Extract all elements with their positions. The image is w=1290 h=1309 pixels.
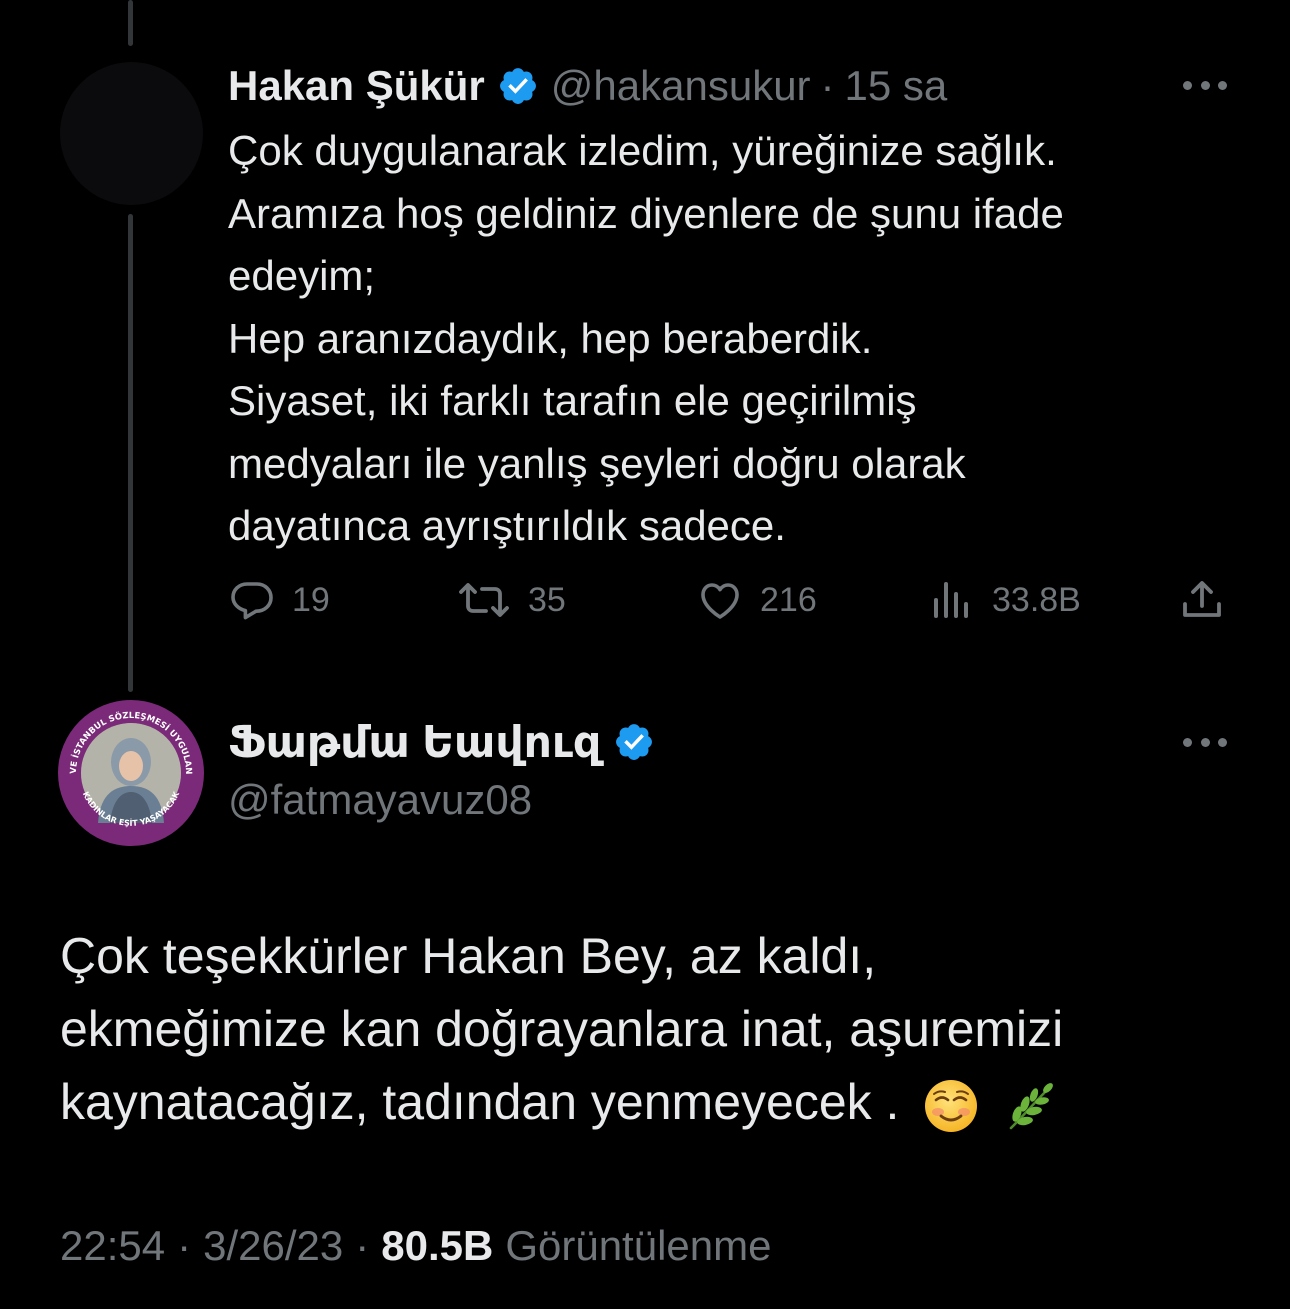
views-count[interactable]: 80.5B — [381, 1222, 493, 1270]
avatar-image: 6284 VE İSTANBUL SÖZLEŞMESİ UYGULANACAK … — [58, 700, 203, 845]
verified-badge-icon — [616, 724, 653, 760]
tweet-text-line: ekmeğimize kan doğrayanlara inat, aşurem… — [60, 1001, 1064, 1057]
retweet-icon — [459, 583, 509, 617]
views-count: 33.8B — [992, 580, 1081, 619]
tweet-text-line: Aramıza hoş geldiniz diyenlere de şunu i… — [228, 189, 1064, 237]
tweet-text-segment: kaynatacağız, tadından yenmeyecek . — [60, 1074, 900, 1130]
separator-dot: · — [355, 1222, 370, 1269]
tweet-text-line: edeyim; — [228, 252, 376, 299]
tweet-text-line: Çok teşekkürler Hakan Bey, az kaldı, — [60, 928, 877, 984]
tweet-time[interactable]: 22:54 — [60, 1222, 165, 1270]
tweet-text-line: dayatınca ayrıştırıldık sadece. — [228, 502, 786, 549]
tweet-text-line: medyaları ile yanlış şeyleri doğru olara… — [228, 439, 966, 487]
separator-dot: · — [820, 62, 835, 109]
views-label: Görüntülenme — [505, 1222, 772, 1269]
retweet-count: 35 — [528, 580, 566, 619]
tweet-time[interactable]: 15 sa — [845, 62, 948, 110]
tweet-text: Çok teşekkürler Hakan Bey, az kaldı, ekm… — [60, 920, 1240, 1139]
separator-dot: · — [177, 1222, 192, 1269]
more-icon[interactable] — [1183, 736, 1227, 748]
like-count: 216 — [760, 580, 817, 619]
tweet-text-line: Çok duygulanarak izledim, yüreğinize sağ… — [228, 127, 1057, 174]
thread-line — [128, 214, 133, 692]
tweet-thread: Hakan Şükür @hakansukur · 15 sa Çok duyg… — [0, 0, 1290, 1309]
share-button[interactable] — [1178, 572, 1242, 628]
more-icon[interactable] — [1183, 79, 1227, 91]
views-button[interactable]: 33.8B — [928, 572, 1081, 628]
heart-icon — [701, 583, 739, 619]
reply-icon — [231, 582, 273, 620]
author-name[interactable]: Ֆաթմա Եավուզ — [228, 717, 601, 768]
tweet-text-line: Siyaset, iki farklı tarafın ele geçirilm… — [228, 377, 917, 424]
verified-badge-icon — [499, 68, 536, 104]
tweet-text-line-last: kaynatacağız, tadından yenmeyecek . — [60, 1066, 1240, 1139]
tweet-header: Hakan Şükür @hakansukur · 15 sa — [228, 58, 947, 114]
author-name[interactable]: Hakan Şükür — [228, 62, 485, 110]
tweet-text: Çok duygulanarak izledim, yüreğinize sağ… — [228, 120, 1238, 558]
analytics-icon — [934, 582, 968, 618]
herb-icon — [1009, 1082, 1054, 1130]
reply-button[interactable]: 19 — [228, 572, 330, 628]
like-button[interactable]: 216 — [696, 572, 817, 628]
retweet-button[interactable]: 35 — [456, 572, 566, 628]
tweet-text-line: Hep aranızdaydık, hep beraberdik. — [228, 314, 873, 362]
avatar[interactable] — [60, 62, 203, 205]
author-name-row: Ֆաթմա Եավուզ — [228, 712, 667, 772]
avatar[interactable]: 6284 VE İSTANBUL SÖZLEŞMESİ UYGULANACAK … — [58, 700, 204, 846]
tweet-actions: 19 35 216 33.8B — [228, 572, 1238, 628]
smiling-face-icon — [925, 1079, 978, 1132]
share-icon — [1183, 581, 1221, 617]
author-handle[interactable]: @hakansukur — [551, 62, 811, 110]
reply-count: 19 — [292, 580, 330, 619]
author-handle[interactable]: @fatmayavuz08 — [228, 776, 532, 824]
thread-line-top — [128, 0, 133, 46]
tweet-meta: 22:54 · 3/26/23 · 80.5B Görüntülenme — [60, 1216, 771, 1276]
tweet-date[interactable]: 3/26/23 — [203, 1222, 343, 1270]
